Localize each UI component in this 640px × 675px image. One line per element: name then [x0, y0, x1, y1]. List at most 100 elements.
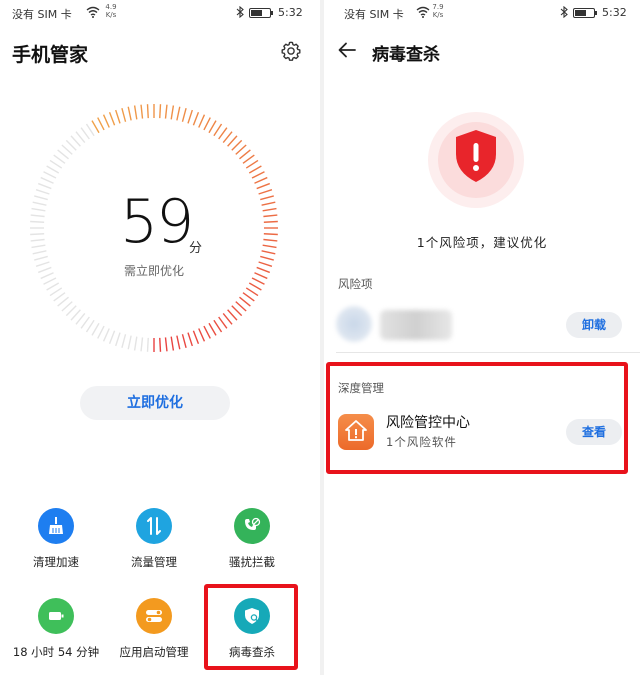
- ring-tick: [133, 105, 138, 120]
- ring-tick: [263, 233, 278, 236]
- ring-tick: [43, 171, 57, 179]
- carrier-text: 没有 SIM 卡: [344, 8, 404, 21]
- ring-tick: [65, 139, 77, 151]
- ring-tick: [170, 336, 175, 351]
- ring-tick: [239, 296, 251, 307]
- ring-tick: [192, 111, 200, 126]
- battery-icon: [573, 8, 597, 18]
- ring-tick: [260, 195, 274, 201]
- ring-tick: [37, 182, 52, 190]
- row-divider: [336, 352, 640, 353]
- ring-tick: [187, 332, 193, 347]
- gear-icon[interactable]: [280, 40, 302, 62]
- ring-tick: [261, 201, 276, 206]
- ring-tick: [263, 220, 278, 223]
- ring-tick: [97, 117, 105, 131]
- uninstall-button[interactable]: 卸载: [566, 312, 622, 338]
- ring-tick: [97, 325, 105, 339]
- ring-tick: [30, 220, 45, 223]
- tool-harassment-block[interactable]: 骚扰拦截: [202, 508, 302, 570]
- ring-tick: [61, 144, 73, 155]
- ring-tick: [102, 328, 110, 342]
- ring-tick: [242, 292, 255, 302]
- optimize-now-button[interactable]: 立即优化: [80, 386, 230, 420]
- data-arrows-icon: [136, 508, 172, 544]
- speed-value: 4.9: [105, 3, 117, 11]
- bluetooth-icon: [236, 6, 244, 18]
- score-caption: 需立即优化: [123, 264, 184, 278]
- ring-tick: [30, 238, 45, 242]
- ring-tick: [57, 149, 69, 160]
- ring-tick: [108, 330, 116, 345]
- battery-icon: [249, 8, 273, 18]
- ring-tick: [235, 144, 247, 155]
- ring-tick: [176, 106, 181, 121]
- phone-block-icon: [234, 508, 270, 544]
- ring-tick: [32, 201, 47, 206]
- tool-label: 应用启动管理: [119, 645, 189, 659]
- ring-tick: [70, 309, 81, 321]
- ring-tick: [65, 305, 77, 317]
- ring-tick: [245, 287, 259, 297]
- ring-tick: [80, 316, 90, 329]
- warning-shield-icon: [456, 130, 496, 182]
- ring-tick: [181, 334, 187, 348]
- tool-cleanup[interactable]: 清理加速: [6, 508, 106, 570]
- back-arrow-icon[interactable]: [338, 42, 356, 58]
- ring-tick: [31, 244, 46, 249]
- ring-tick: [53, 154, 66, 164]
- ring-tick: [146, 104, 149, 119]
- clock-time: 5:32: [602, 6, 627, 19]
- tool-battery[interactable]: 18 小时 54 分钟: [6, 598, 106, 660]
- phone-manager-screen: 没有 SIM 卡 4.9 K/s 5:32 手机管家 59 分 需立即优化 立即…: [0, 0, 320, 675]
- ring-tick: [261, 250, 276, 255]
- ring-tick: [31, 207, 46, 212]
- ring-tick: [53, 292, 66, 302]
- ring-tick: [203, 325, 211, 339]
- score-value: 59: [120, 187, 194, 257]
- status-bar: 没有 SIM 卡 4.9 K/s 5:32: [0, 0, 320, 26]
- ring-tick: [198, 328, 206, 342]
- ring-tick: [30, 233, 45, 236]
- ring-tick: [263, 214, 278, 218]
- risk-shield-badge: [428, 112, 524, 208]
- ring-tick: [146, 337, 149, 352]
- ring-tick: [85, 123, 95, 137]
- ring-tick: [254, 176, 268, 184]
- network-speed: 7.9 K/s: [430, 3, 446, 19]
- tool-app-launch[interactable]: 应用启动管理: [104, 598, 204, 660]
- ring-tick: [248, 282, 262, 291]
- ring-tick: [32, 250, 47, 255]
- ring-tick: [231, 305, 243, 317]
- ring-tick: [170, 105, 175, 120]
- ring-tick: [245, 159, 259, 169]
- ring-tick: [30, 214, 45, 218]
- ring-tick: [251, 171, 265, 179]
- ring-tick: [61, 301, 73, 312]
- ring-tick: [80, 127, 90, 140]
- highlight-box-virus-scan: [204, 584, 298, 670]
- ring-tick: [121, 108, 127, 122]
- toggle-icon: [136, 598, 172, 634]
- risk-summary-text: 1个风险项，建议优化: [416, 235, 548, 250]
- tool-data-management[interactable]: 流量管理: [104, 508, 204, 570]
- ring-tick: [213, 123, 223, 137]
- ring-tick: [121, 334, 127, 348]
- ring-tick: [127, 106, 132, 121]
- ring-tick: [140, 337, 144, 352]
- page-title: 病毒查杀: [372, 45, 440, 65]
- virus-scan-screen: 没有 SIM 卡 7.9 K/s 5:32 病毒查杀 1个风险项，建议优化 风险…: [324, 0, 640, 675]
- ring-tick: [75, 131, 86, 143]
- ring-tick: [227, 309, 238, 321]
- battery-icon: [38, 598, 74, 634]
- ring-tick: [34, 255, 48, 261]
- ring-tick: [102, 114, 110, 128]
- tool-label: 流量管理: [131, 555, 177, 569]
- ring-tick: [242, 154, 255, 164]
- carrier-text: 没有 SIM 卡: [12, 8, 72, 21]
- ring-tick: [164, 337, 168, 352]
- ring-tick: [231, 139, 243, 151]
- ring-tick: [70, 135, 81, 147]
- ring-tick: [203, 117, 211, 131]
- ring-tick: [57, 296, 69, 307]
